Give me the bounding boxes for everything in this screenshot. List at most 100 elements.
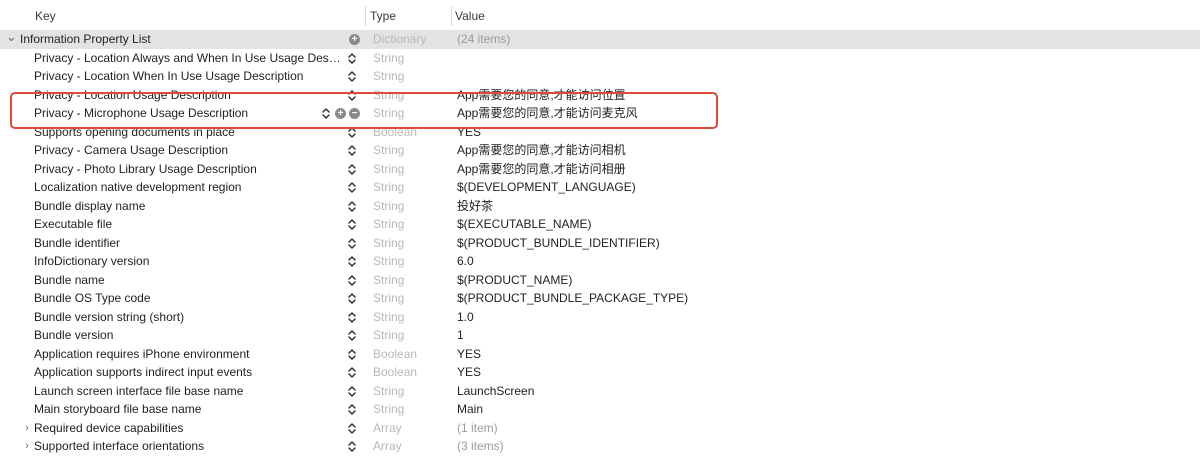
row-value[interactable]: App需要您的同意,才能访问相机: [457, 141, 1157, 160]
row-value[interactable]: App需要您的同意,才能访问麦克风: [457, 104, 1157, 123]
updown-chevron-icon[interactable]: [321, 107, 331, 120]
row-type[interactable]: Boolean: [373, 123, 448, 142]
row-type[interactable]: String: [373, 197, 448, 216]
row-value[interactable]: (1 item): [457, 419, 1157, 438]
plist-row[interactable]: Application requires iPhone environment B…: [0, 345, 1200, 364]
row-key[interactable]: Privacy - Camera Usage Description: [34, 141, 339, 160]
row-value[interactable]: Main: [457, 400, 1157, 419]
row-type[interactable]: String: [373, 67, 448, 86]
chevron-right-icon[interactable]: ›: [22, 437, 32, 456]
row-value[interactable]: (3 items): [457, 437, 1157, 456]
updown-chevron-icon[interactable]: [347, 181, 357, 194]
updown-chevron-icon[interactable]: [347, 70, 357, 83]
row-key[interactable]: Localization native development region: [34, 178, 339, 197]
row-value[interactable]: 1: [457, 326, 1157, 345]
column-divider[interactable]: [451, 6, 452, 26]
row-value[interactable]: LaunchScreen: [457, 382, 1157, 401]
row-type[interactable]: String: [373, 104, 448, 123]
row-key[interactable]: Supported interface orientations: [34, 437, 339, 456]
plist-row[interactable]: Main storyboard file base name String Main: [0, 400, 1200, 419]
row-key[interactable]: Bundle display name: [34, 197, 339, 216]
plist-row[interactable]: Bundle name String $(PRODUCT_NAME): [0, 271, 1200, 290]
row-key[interactable]: Privacy - Photo Library Usage Descriptio…: [34, 160, 339, 179]
plist-row[interactable]: Privacy - Location Usage Description Stri…: [0, 86, 1200, 105]
row-key[interactable]: Information Property List: [20, 30, 325, 49]
row-type[interactable]: String: [373, 252, 448, 271]
updown-chevron-icon[interactable]: [347, 52, 357, 65]
row-value[interactable]: 6.0: [457, 252, 1157, 271]
header-key[interactable]: Key: [35, 0, 56, 31]
plist-row[interactable]: Localization native development region St…: [0, 178, 1200, 197]
chevron-right-icon[interactable]: ›: [22, 419, 32, 438]
minus-circle-icon[interactable]: −: [349, 107, 360, 119]
row-key[interactable]: Required device capabilities: [34, 419, 339, 438]
row-type[interactable]: String: [373, 382, 448, 401]
root-row[interactable]: ⌄ Information Property List + Dictionary (24…: [0, 30, 1200, 49]
row-type[interactable]: String: [373, 271, 448, 290]
row-type[interactable]: Array: [373, 419, 448, 438]
column-divider[interactable]: [365, 6, 366, 26]
plist-row[interactable]: Privacy - Location Always and When In Us…: [0, 49, 1200, 68]
updown-chevron-icon[interactable]: [347, 311, 357, 324]
row-type[interactable]: String: [373, 289, 448, 308]
plus-circle-icon[interactable]: +: [335, 107, 346, 119]
row-value[interactable]: $(EXECUTABLE_NAME): [457, 215, 1157, 234]
row-value[interactable]: App需要您的同意,才能访问位置: [457, 86, 1157, 105]
row-value[interactable]: 投好茶: [457, 197, 1157, 216]
updown-chevron-icon[interactable]: [347, 144, 357, 157]
row-type[interactable]: Boolean: [373, 345, 448, 364]
plist-row[interactable]: Launch screen interface file base name St…: [0, 382, 1200, 401]
row-value[interactable]: 1.0: [457, 308, 1157, 327]
row-type[interactable]: String: [373, 160, 448, 179]
row-type[interactable]: Dictionary: [373, 30, 448, 49]
row-key[interactable]: Bundle OS Type code: [34, 289, 339, 308]
updown-chevron-icon[interactable]: [347, 403, 357, 416]
row-value[interactable]: $(PRODUCT_NAME): [457, 271, 1157, 290]
row-type[interactable]: Array: [373, 437, 448, 456]
updown-chevron-icon[interactable]: [347, 200, 357, 213]
plist-row[interactable]: › Required device capabilities Array (1 ite…: [0, 419, 1200, 438]
row-value[interactable]: [457, 49, 1157, 68]
row-key[interactable]: Bundle version string (short): [34, 308, 339, 327]
row-type[interactable]: String: [373, 234, 448, 253]
chevron-down-icon[interactable]: ⌄: [6, 30, 17, 49]
updown-chevron-icon[interactable]: [347, 440, 357, 453]
updown-chevron-icon[interactable]: [347, 126, 357, 139]
updown-chevron-icon[interactable]: [347, 366, 357, 379]
updown-chevron-icon[interactable]: [347, 348, 357, 361]
row-type[interactable]: String: [373, 326, 448, 345]
plist-row[interactable]: Supports opening documents in place Boole…: [0, 123, 1200, 142]
row-key[interactable]: Application requires iPhone environment: [34, 345, 339, 364]
plist-row[interactable]: InfoDictionary version String 6.0: [0, 252, 1200, 271]
row-key[interactable]: Application supports indirect input even…: [34, 363, 339, 382]
row-key[interactable]: Supports opening documents in place: [34, 123, 339, 142]
row-key[interactable]: Bundle version: [34, 326, 339, 345]
row-value[interactable]: $(DEVELOPMENT_LANGUAGE): [457, 178, 1157, 197]
plus-circle-icon[interactable]: +: [349, 33, 360, 45]
plist-row[interactable]: › Supported interface orientations Array (3…: [0, 437, 1200, 456]
plist-row[interactable]: Application supports indirect input even…: [0, 363, 1200, 382]
header-type[interactable]: Type: [370, 0, 396, 31]
updown-chevron-icon[interactable]: [347, 422, 357, 435]
row-value[interactable]: $(PRODUCT_BUNDLE_PACKAGE_TYPE): [457, 289, 1157, 308]
row-type[interactable]: String: [373, 141, 448, 160]
row-value[interactable]: [457, 67, 1157, 86]
row-key[interactable]: Privacy - Location When In Use Usage Des…: [34, 67, 339, 86]
plist-row[interactable]: Privacy - Location When In Use Usage Des…: [0, 67, 1200, 86]
plist-row[interactable]: Bundle identifier String $(PRODUCT_BUNDLE_…: [0, 234, 1200, 253]
row-value[interactable]: App需要您的同意,才能访问相册: [457, 160, 1157, 179]
row-type[interactable]: String: [373, 400, 448, 419]
row-value[interactable]: YES: [457, 345, 1157, 364]
row-type[interactable]: String: [373, 308, 448, 327]
row-key[interactable]: InfoDictionary version: [34, 252, 339, 271]
plist-row[interactable]: Executable file String $(EXECUTABLE_NAME): [0, 215, 1200, 234]
updown-chevron-icon[interactable]: [347, 237, 357, 250]
row-key[interactable]: Executable file: [34, 215, 339, 234]
row-key[interactable]: Main storyboard file base name: [34, 400, 339, 419]
updown-chevron-icon[interactable]: [347, 292, 357, 305]
plist-row[interactable]: Bundle version String 1: [0, 326, 1200, 345]
row-type[interactable]: String: [373, 178, 448, 197]
row-value[interactable]: $(PRODUCT_BUNDLE_IDENTIFIER): [457, 234, 1157, 253]
row-type[interactable]: String: [373, 215, 448, 234]
row-type[interactable]: String: [373, 86, 448, 105]
